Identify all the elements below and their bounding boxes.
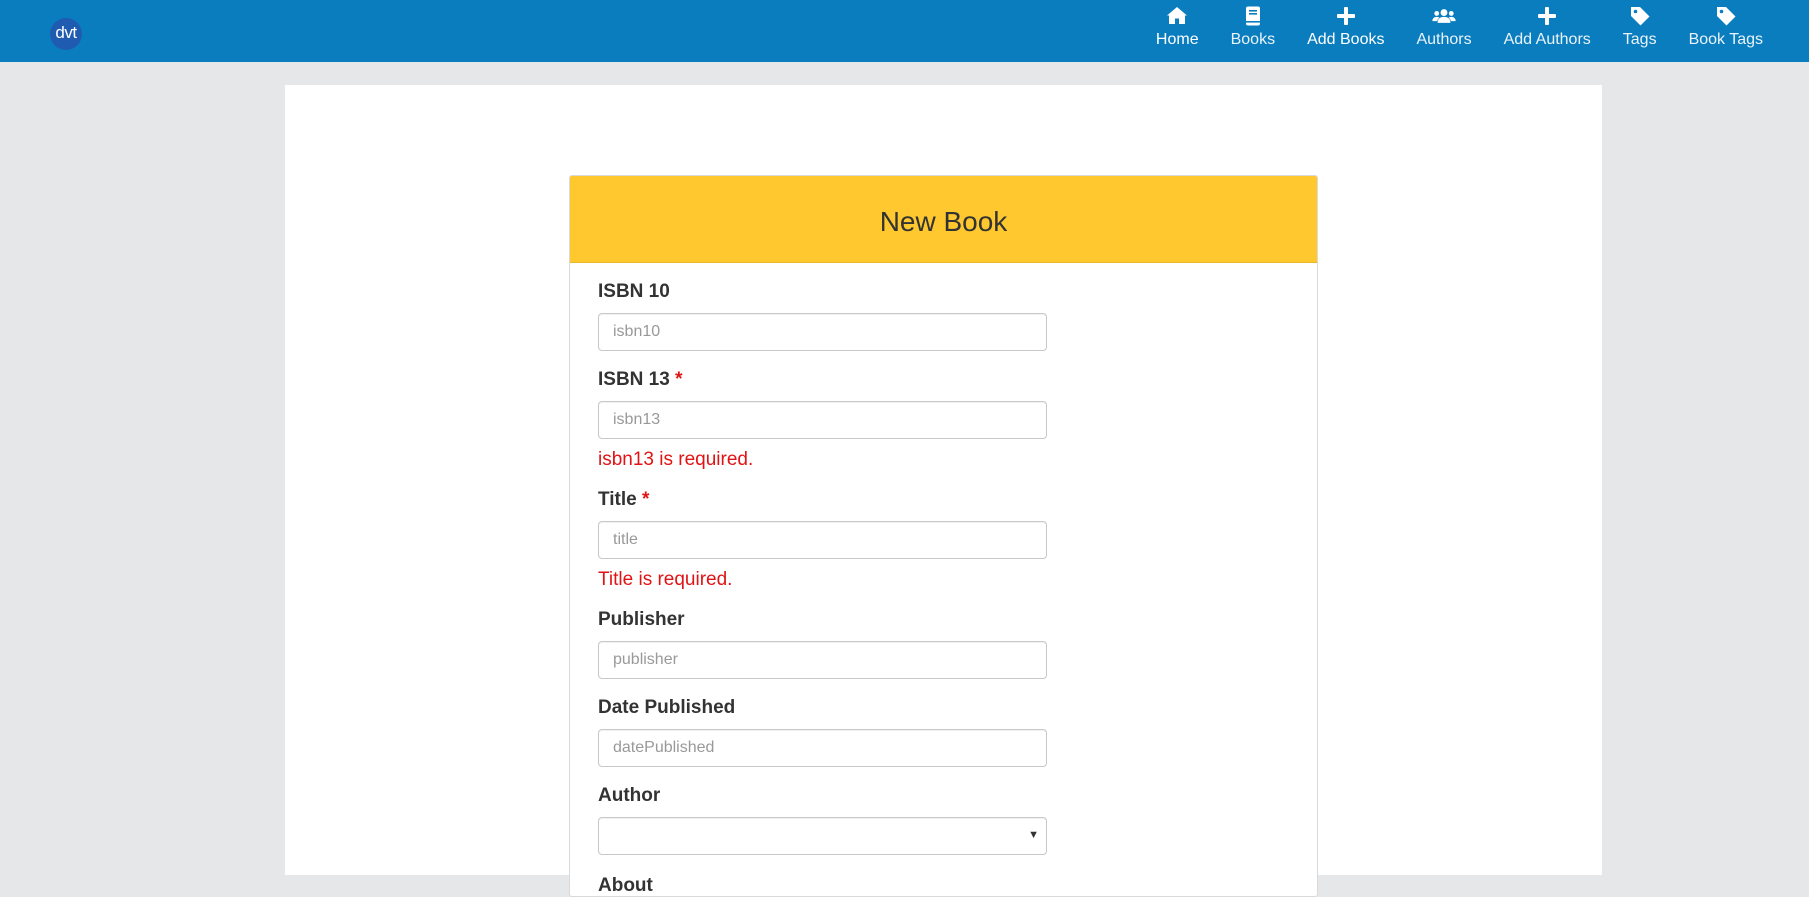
isbn13-group: ISBN 13 * isbn13 is required.	[598, 369, 1289, 471]
nav-add-authors[interactable]: Add Authors	[1488, 4, 1607, 58]
new-book-card: New Book ISBN 10 ISBN 13 * isbn13 is req…	[569, 175, 1318, 897]
nav-home-label: Home	[1155, 31, 1199, 48]
nav-book-tags-label: Book Tags	[1688, 31, 1763, 48]
isbn13-input[interactable]	[598, 401, 1047, 439]
publisher-group: Publisher	[598, 609, 1289, 679]
book-icon	[1245, 6, 1260, 26]
publisher-input[interactable]	[598, 641, 1047, 679]
date-published-input[interactable]	[598, 729, 1047, 767]
nav-home[interactable]: Home	[1140, 4, 1215, 58]
isbn13-error: isbn13 is required.	[598, 449, 754, 470]
nav-tags[interactable]: Tags	[1607, 4, 1673, 58]
nav-add-authors-label: Add Authors	[1503, 31, 1591, 48]
isbn10-input[interactable]	[598, 313, 1047, 351]
plus-icon	[1336, 7, 1355, 25]
nav-add-books-label: Add Books	[1307, 31, 1385, 48]
nav-add-books[interactable]: Add Books	[1291, 4, 1400, 58]
home-icon	[1167, 7, 1188, 24]
isbn10-label: ISBN 10	[598, 281, 670, 302]
title-group: Title * Title is required.	[598, 489, 1289, 591]
author-group: Author ▼	[598, 785, 1289, 855]
tag-icon	[1630, 7, 1650, 26]
isbn10-group: ISBN 10	[598, 281, 1289, 351]
nav-authors[interactable]: Authors	[1400, 4, 1487, 58]
title-label: Title *	[598, 489, 650, 510]
main-nav: Home Books Add Books Authors Add Authors…	[1140, 4, 1779, 58]
about-label: About	[598, 875, 653, 896]
card-title: New Book	[570, 176, 1317, 263]
chevron-down-icon: ▼	[1028, 829, 1039, 841]
author-label: Author	[598, 785, 661, 806]
plus-icon	[1538, 7, 1557, 25]
publisher-label: Publisher	[598, 609, 685, 630]
required-marker: *	[642, 489, 650, 510]
tag-icon	[1716, 7, 1736, 26]
new-book-form: ISBN 10 ISBN 13 * isbn13 is required. Ti…	[570, 263, 1317, 896]
nav-books[interactable]: Books	[1215, 4, 1291, 58]
title-input[interactable]	[598, 521, 1047, 559]
nav-books-label: Books	[1230, 31, 1276, 48]
nav-book-tags[interactable]: Book Tags	[1673, 4, 1779, 58]
nav-tags-label: Tags	[1622, 31, 1657, 48]
date-published-label: Date Published	[598, 697, 736, 718]
date-published-group: Date Published	[598, 697, 1289, 767]
top-navbar: dvt Home Books Add Books Authors Add Aut…	[0, 0, 1809, 62]
users-icon	[1432, 9, 1456, 23]
title-error: Title is required.	[598, 569, 733, 590]
content-panel: New Book ISBN 10 ISBN 13 * isbn13 is req…	[285, 85, 1602, 897]
author-select[interactable]: ▼	[598, 817, 1047, 855]
required-marker: *	[675, 369, 683, 390]
isbn13-label: ISBN 13 *	[598, 369, 683, 390]
brand-logo[interactable]: dvt	[50, 18, 82, 50]
nav-authors-label: Authors	[1416, 31, 1472, 48]
